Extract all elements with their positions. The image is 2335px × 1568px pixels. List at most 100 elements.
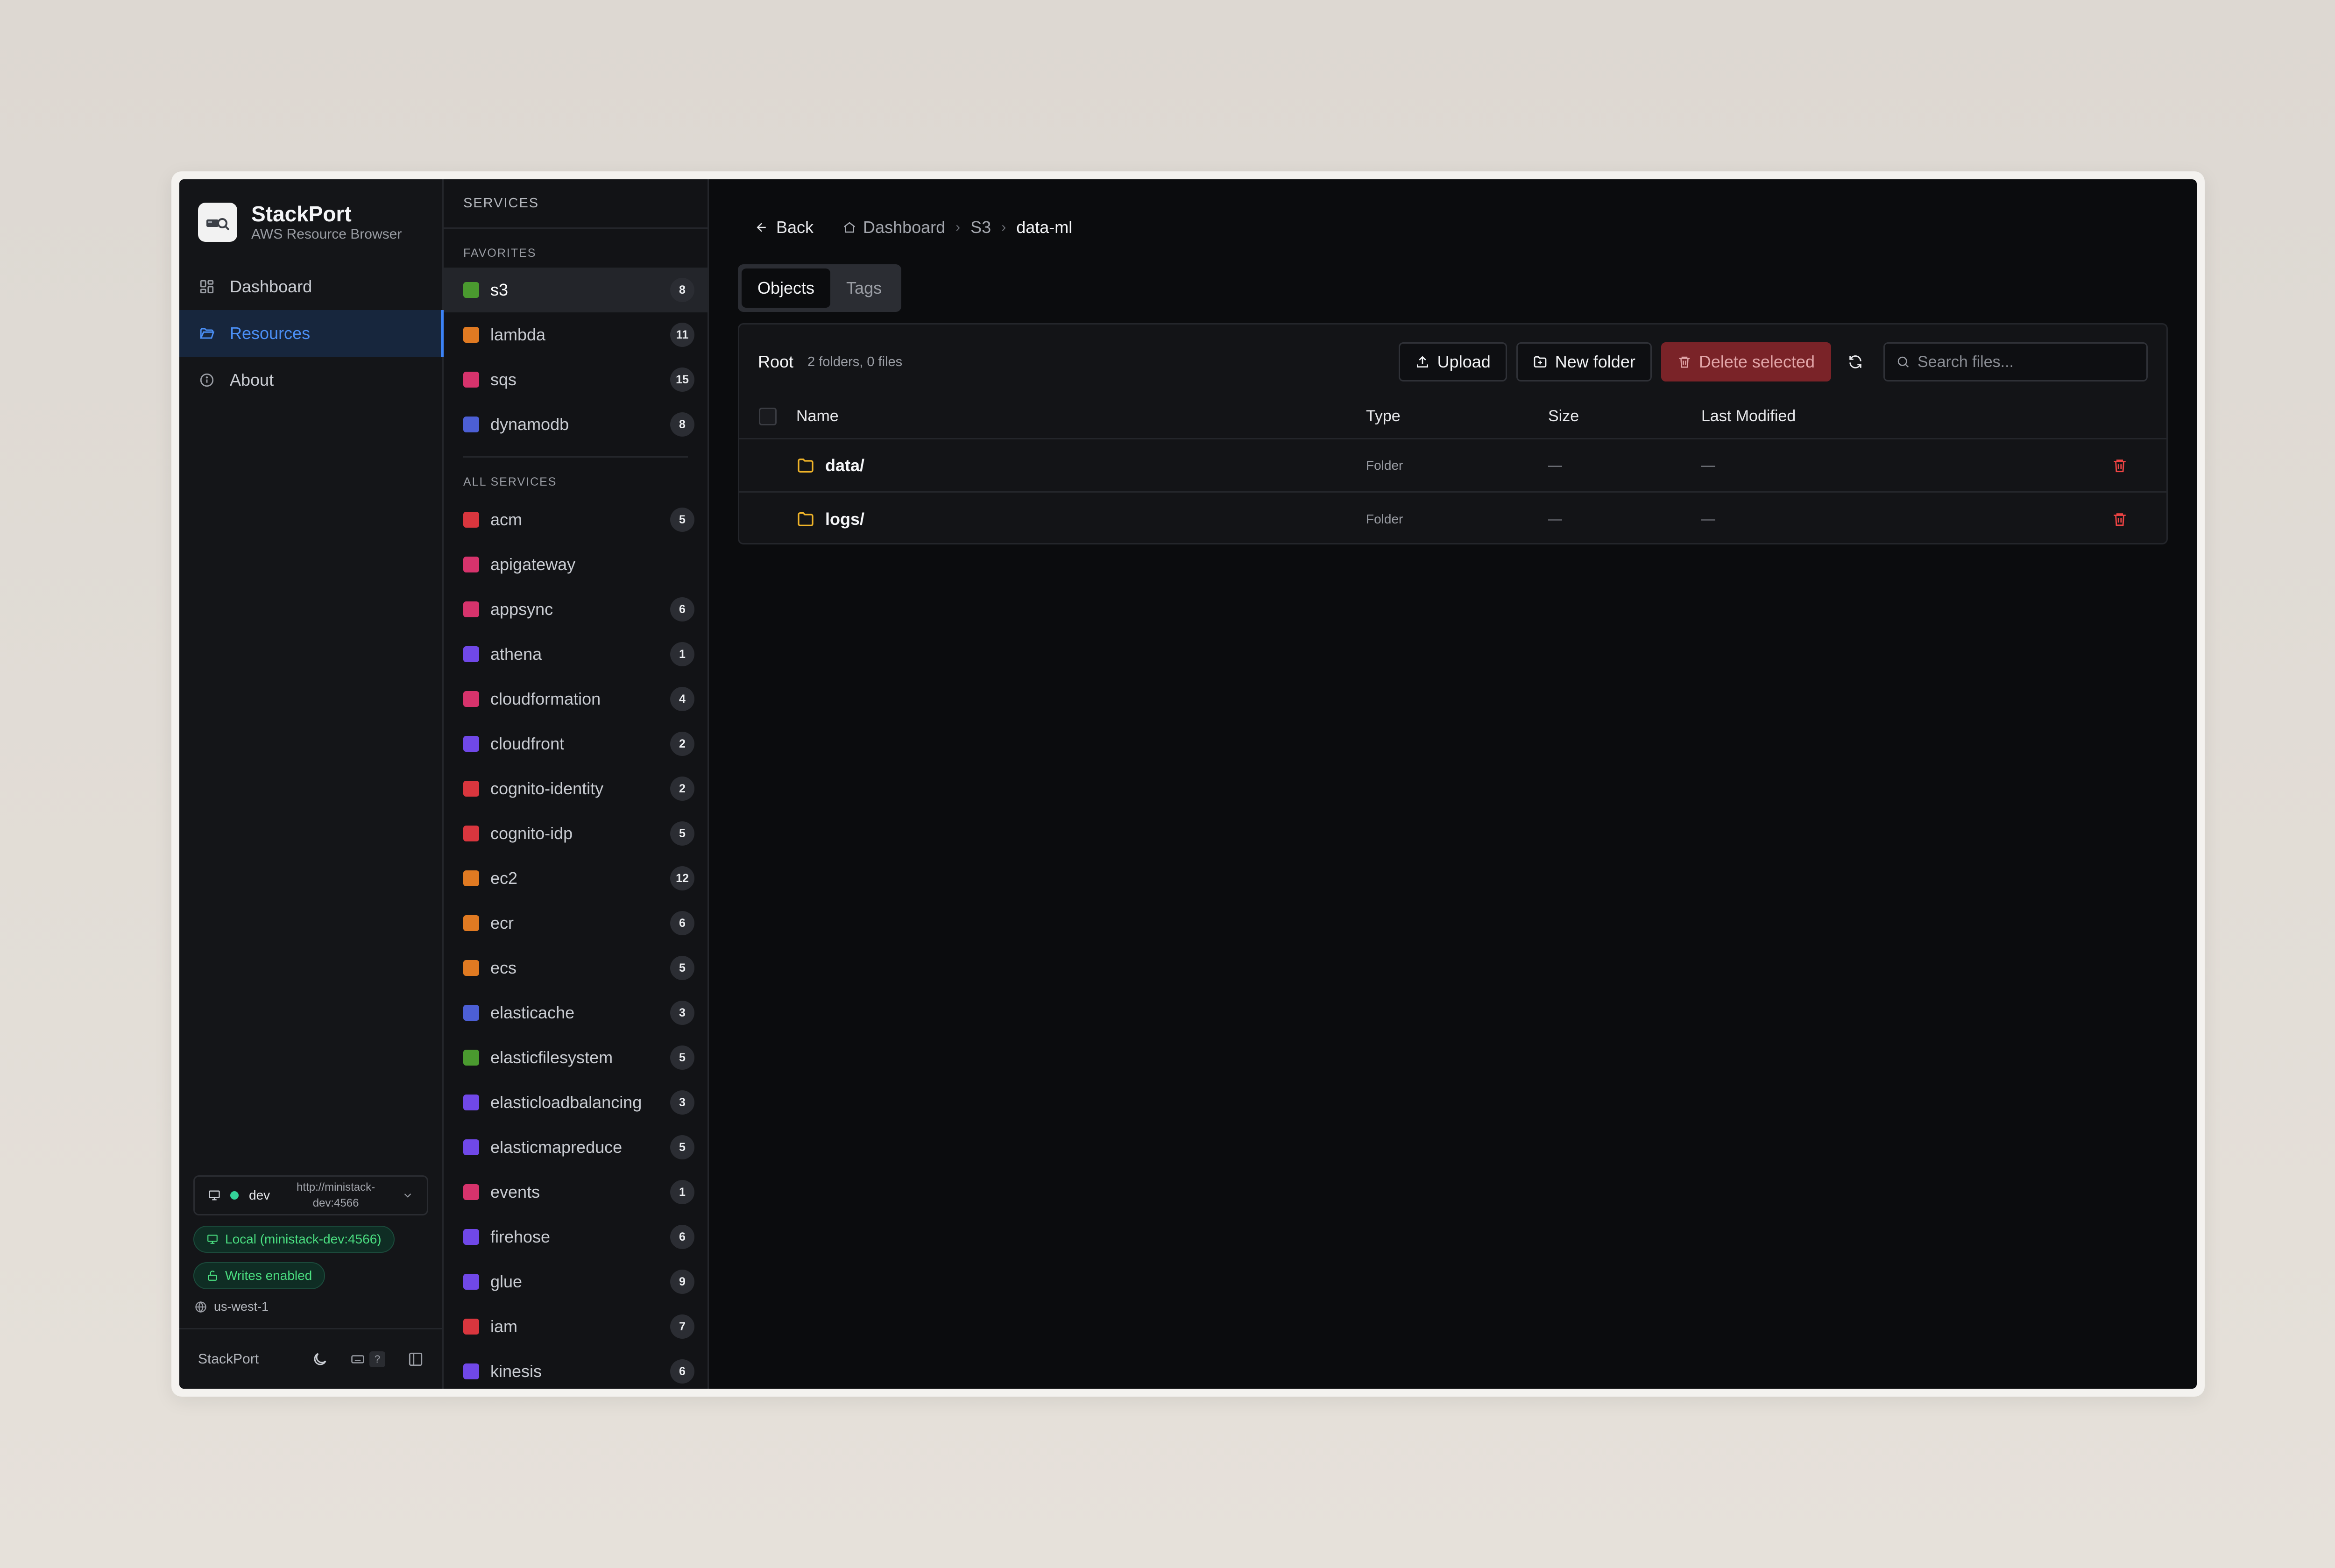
tab-objects[interactable]: Objects xyxy=(742,268,831,308)
delete-row-icon[interactable] xyxy=(2112,511,2128,527)
service-item-appsync[interactable]: appsync 6 xyxy=(444,587,708,632)
table-row[interactable]: data/ Folder — — xyxy=(739,439,2166,493)
service-icon xyxy=(463,915,479,931)
new-folder-button[interactable]: New folder xyxy=(1516,342,1652,381)
service-item-acm[interactable]: acm 5 xyxy=(444,497,708,542)
service-name: elasticache xyxy=(490,1003,575,1022)
service-icon xyxy=(463,1095,479,1110)
select-all-checkbox[interactable] xyxy=(759,407,777,425)
service-name: cognito-identity xyxy=(490,779,604,798)
upload-button[interactable]: Upload xyxy=(1398,342,1507,381)
moon-icon[interactable] xyxy=(311,1351,328,1368)
size-cell: — xyxy=(1548,511,1562,527)
service-icon xyxy=(463,826,479,841)
service-item-s3[interactable]: s3 8 xyxy=(444,268,708,312)
file-browser: Root 2 folders, 0 files Upload New folde… xyxy=(738,323,2168,544)
sidebar-toggle-icon[interactable] xyxy=(408,1351,424,1367)
breadcrumb-current: data-ml xyxy=(1016,218,1073,237)
service-name: cloudformation xyxy=(490,689,601,708)
folder-icon xyxy=(798,512,814,526)
breadcrumb-dashboard[interactable]: Dashboard xyxy=(842,218,945,237)
service-name: lambda xyxy=(490,325,546,344)
trash-icon xyxy=(1679,356,1690,368)
item-summary: 2 folders, 0 files xyxy=(807,354,903,369)
search-input[interactable] xyxy=(1918,353,2132,371)
service-count-badge: 11 xyxy=(670,323,694,347)
service-item-kinesis[interactable]: kinesis 6 xyxy=(444,1349,708,1389)
refresh-button[interactable] xyxy=(1836,342,1875,381)
home-icon xyxy=(844,222,856,233)
service-item-cognito-identity[interactable]: cognito-identity 2 xyxy=(444,766,708,811)
service-count-badge: 3 xyxy=(670,1001,694,1025)
modified-cell: — xyxy=(1701,457,1715,473)
service-item-elasticfilesystem[interactable]: elasticfilesystem 5 xyxy=(444,1035,708,1080)
nav-item-about[interactable]: About xyxy=(179,357,442,403)
unlock-icon xyxy=(208,1271,217,1281)
column-type[interactable]: Type xyxy=(1366,407,1548,425)
service-item-cloudfront[interactable]: cloudfront 2 xyxy=(444,721,708,766)
back-button[interactable]: Back xyxy=(755,218,814,237)
table-header: Name Type Size Last Modified xyxy=(739,395,2166,439)
service-icon xyxy=(463,557,479,572)
service-item-sqs[interactable]: sqs 15 xyxy=(444,357,708,402)
column-last-modified[interactable]: Last Modified xyxy=(1701,407,2073,425)
service-item-elasticmapreduce[interactable]: elasticmapreduce 5 xyxy=(444,1125,708,1170)
keyboard-icon[interactable] xyxy=(351,1352,365,1366)
nav-item-resources[interactable]: Resources xyxy=(179,310,444,357)
service-name: elasticloadbalancing xyxy=(490,1093,642,1112)
nav-item-label: About xyxy=(230,370,274,389)
info-icon xyxy=(200,373,214,387)
column-size[interactable]: Size xyxy=(1548,407,1701,425)
service-icon xyxy=(463,1050,479,1066)
root-label[interactable]: Root xyxy=(758,352,793,372)
service-item-cognito-idp[interactable]: cognito-idp 5 xyxy=(444,811,708,856)
service-name: apigateway xyxy=(490,555,576,574)
service-item-ecs[interactable]: ecs 5 xyxy=(444,946,708,990)
service-name: sqs xyxy=(490,370,517,389)
help-shortcut-key[interactable]: ? xyxy=(369,1351,385,1367)
folder-name-cell[interactable]: data/ xyxy=(796,456,1366,475)
environment-selector[interactable]: dev http://ministack-dev:4566 xyxy=(193,1175,428,1215)
service-name: ecs xyxy=(490,958,517,977)
service-item-lambda[interactable]: lambda 11 xyxy=(444,312,708,357)
service-name: cognito-idp xyxy=(490,824,573,843)
service-count-badge: 6 xyxy=(670,1359,694,1384)
column-name[interactable]: Name xyxy=(796,407,1366,425)
delete-row-icon[interactable] xyxy=(2112,458,2128,473)
favorites-list: s3 8 lambda 11 sqs 15 dynamodb 8 xyxy=(444,268,708,447)
services-panel: SERVICES FAVORITES s3 8 lambda 11 sqs 15 dynam… xyxy=(444,179,709,1389)
service-item-firehose[interactable]: firehose 6 xyxy=(444,1215,708,1259)
app-title: StackPort xyxy=(251,202,352,226)
service-item-apigateway[interactable]: apigateway xyxy=(444,542,708,587)
breadcrumb-s3[interactable]: S3 xyxy=(970,218,991,237)
writes-label: Writes enabled xyxy=(225,1268,312,1283)
tab-tags[interactable]: Tags xyxy=(830,268,898,308)
stackport-logo-icon xyxy=(198,203,237,242)
folder-name: data/ xyxy=(825,455,865,475)
delete-selected-button[interactable]: Delete selected xyxy=(1661,342,1831,381)
service-item-events[interactable]: events 1 xyxy=(444,1170,708,1215)
environment-url: http://ministack-dev:4566 xyxy=(297,1181,375,1209)
service-item-ecr[interactable]: ecr 6 xyxy=(444,901,708,946)
service-item-elasticloadbalancing[interactable]: elasticloadbalancing 3 xyxy=(444,1080,708,1125)
tab-bar: Objects Tags xyxy=(738,264,902,312)
service-count-badge: 5 xyxy=(670,1045,694,1070)
service-item-cloudformation[interactable]: cloudformation 4 xyxy=(444,677,708,721)
folder-name-cell[interactable]: logs/ xyxy=(796,509,1366,529)
service-item-iam[interactable]: iam 7 xyxy=(444,1304,708,1349)
service-item-athena[interactable]: athena 1 xyxy=(444,632,708,677)
table-row[interactable]: logs/ Folder — — xyxy=(739,493,2166,546)
service-name: glue xyxy=(490,1272,523,1291)
service-item-dynamodb[interactable]: dynamodb 8 xyxy=(444,402,708,447)
service-item-ec2[interactable]: ec2 12 xyxy=(444,856,708,901)
services-divider xyxy=(463,456,688,458)
service-item-elasticache[interactable]: elasticache 3 xyxy=(444,990,708,1035)
upload-label: Upload xyxy=(1437,352,1491,371)
service-icon xyxy=(463,1363,479,1379)
service-name: cloudfront xyxy=(490,734,565,753)
service-icon xyxy=(463,1274,479,1290)
service-item-glue[interactable]: glue 9 xyxy=(444,1259,708,1304)
search-icon xyxy=(1897,356,1909,368)
service-count-badge: 12 xyxy=(670,866,694,890)
nav-item-dashboard[interactable]: Dashboard xyxy=(179,263,442,310)
